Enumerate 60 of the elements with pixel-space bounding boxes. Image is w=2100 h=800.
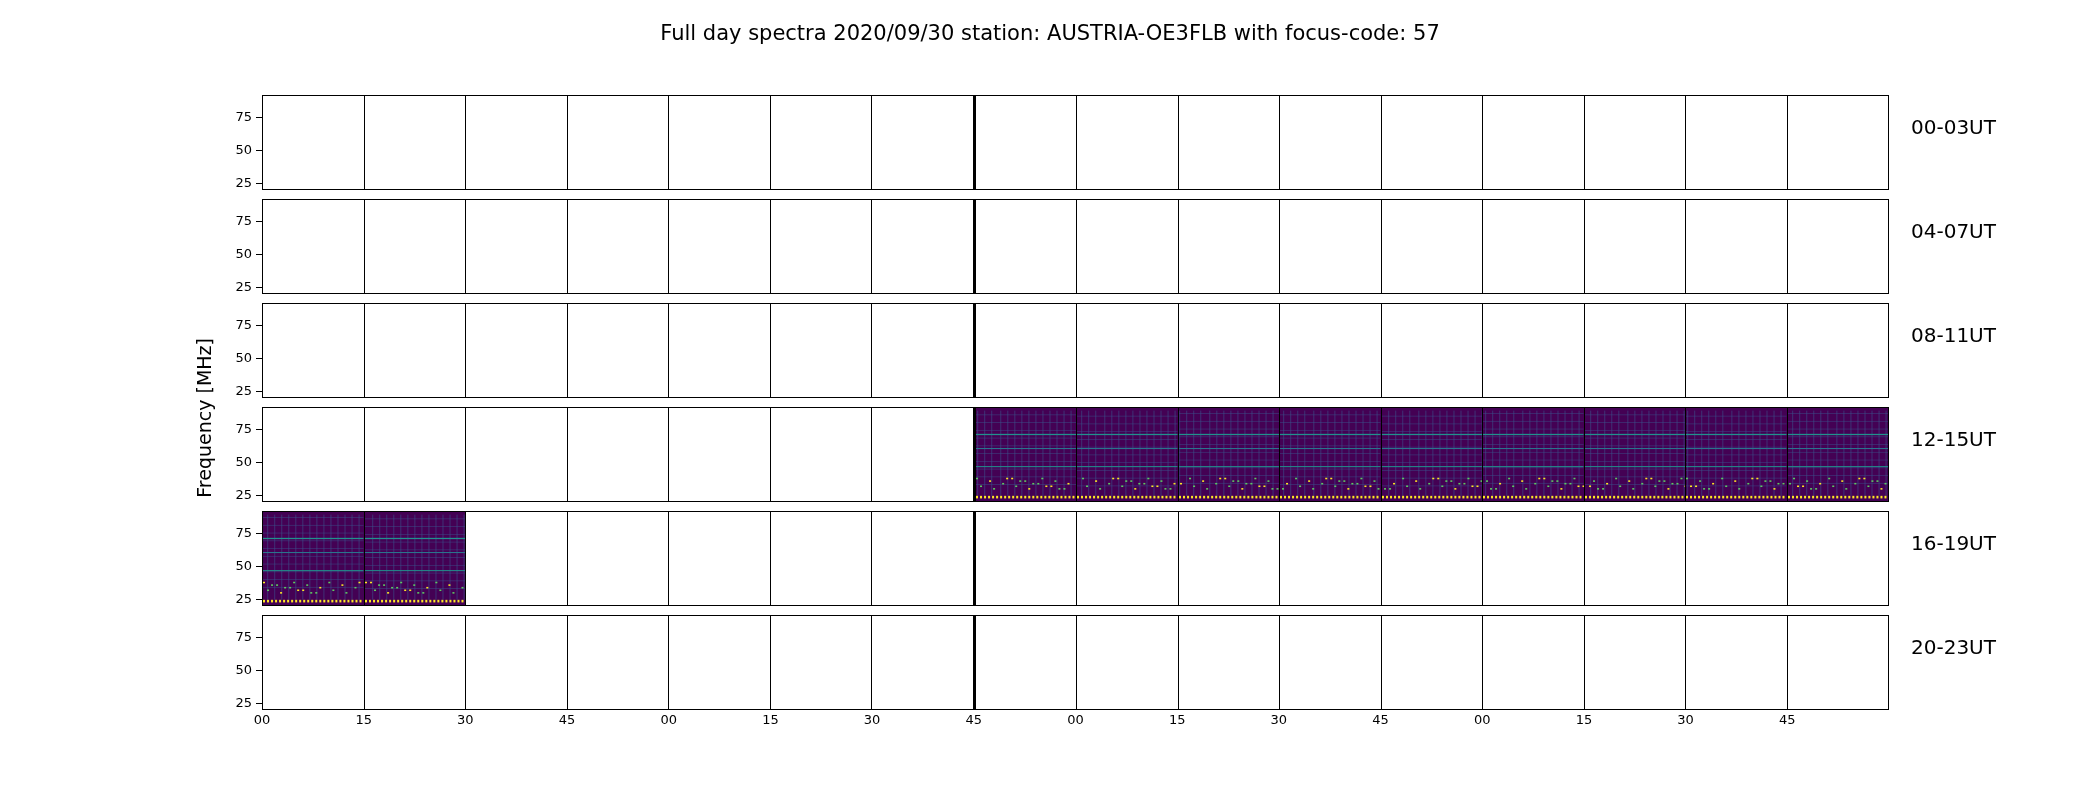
tick-label: 75	[235, 213, 252, 230]
tick-mark	[256, 670, 262, 672]
tick-mark	[256, 566, 262, 568]
tick-mark	[256, 599, 262, 601]
tick-mark	[256, 429, 262, 431]
row-label: 04-07UT	[1911, 219, 1996, 243]
tick-label: 00	[253, 712, 271, 728]
tick-mark	[256, 287, 262, 289]
tick-mark	[256, 391, 262, 393]
tick-label: 30	[1270, 712, 1288, 728]
tick-mark	[256, 358, 262, 360]
row-label: 20-23UT	[1911, 635, 1996, 659]
tick-label: 00	[1067, 712, 1084, 728]
tick-mark	[256, 183, 262, 185]
tick-label: 50	[235, 662, 252, 679]
tick-label: 75	[235, 525, 252, 542]
figure-title: Full day spectra 2020/09/30 station: AUSTRIA-OE3FLB with focus-code: 57	[660, 20, 1440, 46]
tick-label: 25	[235, 591, 252, 608]
tick-label: 45	[965, 712, 983, 728]
tick-label: 25	[235, 487, 252, 504]
tick-label: 45	[558, 712, 576, 728]
tick-label: 75	[235, 317, 252, 334]
tick-mark	[256, 703, 262, 705]
tick-label: 30	[863, 712, 881, 728]
tick-mark	[256, 254, 262, 256]
tick-label: 75	[235, 421, 252, 438]
tick-label: 50	[235, 558, 252, 575]
tick-mark	[256, 150, 262, 152]
tick-label: 50	[235, 350, 252, 367]
row-label: 08-11UT	[1911, 323, 1996, 347]
tick-label: 15	[355, 712, 372, 728]
tick-mark	[256, 462, 262, 464]
axis-label: Frequency [MHz]	[191, 337, 216, 498]
tick-label: 30	[1677, 712, 1694, 728]
tick-label: 50	[235, 142, 252, 159]
tick-label: 15	[762, 712, 779, 728]
tick-label: 15	[1168, 712, 1186, 728]
tick-label: 25	[235, 383, 252, 400]
tick-label: 15	[1575, 712, 1593, 728]
row-label: 00-03UT	[1911, 115, 1996, 139]
tick-label: 50	[235, 246, 252, 263]
tick-mark	[256, 221, 262, 223]
tick-label: 25	[235, 279, 252, 296]
tick-label: 45	[1372, 712, 1389, 728]
tick-label: 25	[235, 175, 252, 192]
tick-label: 30	[457, 712, 474, 728]
tick-label: 25	[235, 695, 252, 712]
tick-label: 75	[235, 109, 252, 126]
tick-label: 00	[1474, 712, 1491, 728]
tick-mark	[256, 117, 262, 119]
tick-mark	[256, 637, 262, 639]
row-label: 16-19UT	[1911, 531, 1996, 555]
row-label: 12-15UT	[1911, 427, 1996, 451]
tick-label: 45	[1779, 712, 1796, 728]
tick-mark	[256, 325, 262, 327]
tick-label: 00	[660, 712, 677, 728]
tick-mark	[256, 495, 262, 497]
tick-mark	[256, 533, 262, 535]
tick-label: 75	[235, 629, 252, 646]
tick-label: 50	[235, 454, 252, 471]
